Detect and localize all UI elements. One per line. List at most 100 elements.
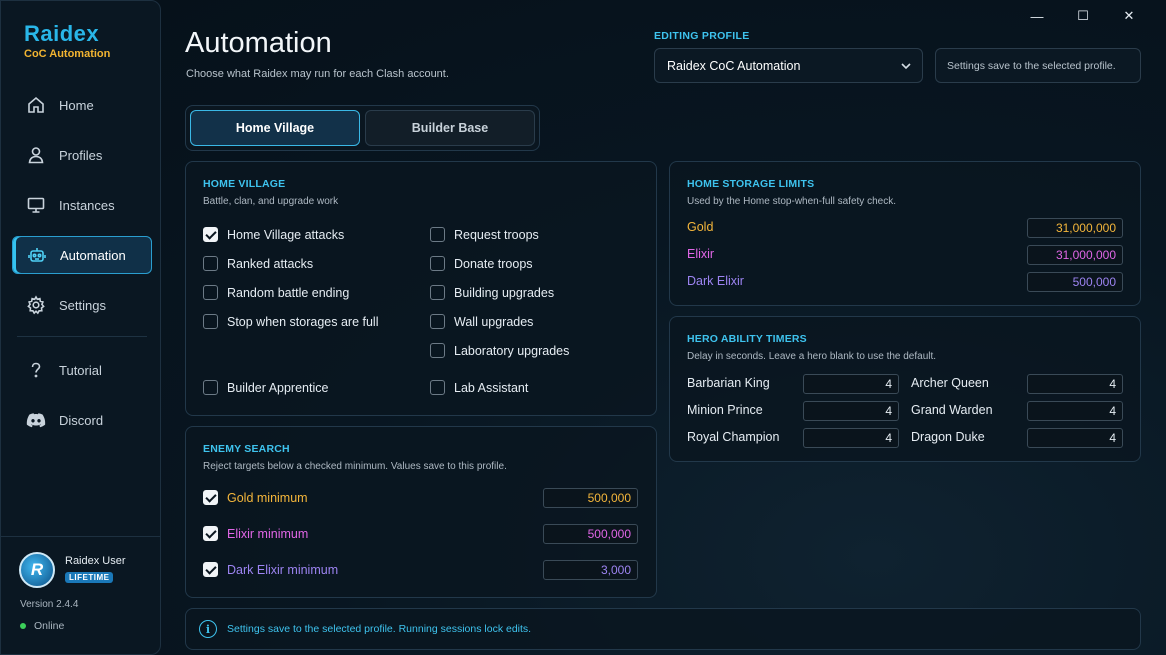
info-bar: i Settings save to the selected profile.… — [185, 608, 1141, 650]
checkbox-building-upgrades[interactable]: Building upgrades — [430, 285, 554, 300]
chevron-down-icon — [901, 63, 911, 70]
hero-label-barbarian-king: Barbarian King — [687, 376, 770, 390]
sidebar-item-home[interactable]: Home — [12, 86, 152, 124]
sidebar-item-discord[interactable]: Discord — [12, 401, 152, 439]
sidebar-item-label: Discord — [59, 412, 104, 428]
profile-dropdown[interactable]: Raidex CoC Automation — [654, 48, 923, 83]
royal-champion-timer-input[interactable]: 4 — [803, 428, 899, 448]
sidebar-item-profiles[interactable]: Profiles — [12, 136, 152, 174]
panel-title: HERO ABILITY TIMERS — [687, 333, 807, 345]
checkbox-label: Donate troops — [454, 256, 533, 271]
sidebar-item-automation[interactable]: Automation — [12, 236, 152, 274]
gold-limit-input[interactable]: 31,000,000 — [1027, 218, 1123, 238]
panel-subtitle: Battle, clan, and upgrade work — [203, 196, 339, 207]
checkbox-label: Home Village attacks — [227, 227, 345, 242]
question-icon — [31, 362, 41, 378]
checkbox-label: Random battle ending — [227, 285, 350, 300]
panel-title: HOME VILLAGE — [203, 178, 286, 190]
sidebar-item-label: Profiles — [59, 147, 103, 163]
panel-subtitle: Used by the Home stop-when-full safety c… — [687, 196, 896, 207]
status-indicator: Online — [20, 620, 64, 632]
checkbox-dark-elixir-minimum[interactable]: Dark Elixir minimum — [203, 562, 338, 577]
sidebar-item-tutorial[interactable]: Tutorial — [12, 351, 152, 389]
grand-warden-timer-input[interactable]: 4 — [1027, 401, 1123, 421]
checkbox-icon[interactable] — [203, 314, 218, 329]
checkbox-icon[interactable] — [203, 256, 218, 271]
home-village-panel: HOME VILLAGE Battle, clan, and upgrade w… — [185, 161, 657, 416]
checkbox-icon[interactable] — [430, 314, 445, 329]
checkbox-checked-icon[interactable] — [203, 227, 218, 242]
version-label: Version 2.4.4 — [20, 599, 79, 610]
elixir-limit-label: Elixir — [687, 247, 715, 261]
checkbox-label: Builder Apprentice — [227, 380, 329, 395]
panel-subtitle: Reject targets below a checked minimum. … — [203, 461, 507, 472]
home-icon — [28, 96, 44, 113]
minion-prince-timer-input[interactable]: 4 — [803, 401, 899, 421]
user-card[interactable]: R Raidex User LIFETIME — [19, 552, 126, 588]
checkbox-laboratory-upgrades[interactable]: Laboratory upgrades — [430, 343, 569, 358]
minimize-button[interactable]: — — [1014, 8, 1060, 24]
archer-queen-timer-input[interactable]: 4 — [1027, 374, 1123, 394]
checkbox-label: Dark Elixir minimum — [227, 562, 339, 577]
sidebar-item-label: Instances — [59, 197, 115, 213]
checkbox-icon[interactable] — [203, 285, 218, 300]
checkbox-icon[interactable] — [430, 227, 445, 242]
save-note: Settings save to the selected profile. — [935, 48, 1141, 83]
checkbox-random-battle-ending[interactable]: Random battle ending — [203, 285, 349, 300]
robot-icon — [28, 248, 46, 262]
hero-label-grand-warden: Grand Warden — [911, 403, 993, 417]
dragon-duke-timer-input[interactable]: 4 — [1027, 428, 1123, 448]
checkbox-checked-icon[interactable] — [203, 562, 218, 577]
hero-label-dragon-duke: Dragon Duke — [911, 430, 985, 444]
checkbox-icon[interactable] — [203, 380, 218, 395]
discord-icon — [26, 413, 46, 428]
dark-elixir-limit-label: Dark Elixir — [687, 274, 744, 288]
sidebar-item-settings[interactable]: Settings — [12, 286, 152, 324]
page-title: Automation — [185, 27, 332, 59]
sidebar: Raidex CoC Automation Home Profiles Inst… — [0, 0, 161, 655]
online-dot-icon — [20, 623, 26, 629]
maximize-button[interactable]: ☐ — [1060, 8, 1106, 24]
checkbox-checked-icon[interactable] — [203, 526, 218, 541]
profile-dropdown-value: Raidex CoC Automation — [667, 58, 801, 73]
elixir-minimum-input[interactable]: 500,000 — [543, 524, 638, 544]
tab-builder-base[interactable]: Builder Base — [365, 110, 535, 146]
dark-elixir-minimum-input[interactable]: 3,000 — [543, 560, 638, 580]
barbarian-king-timer-input[interactable]: 4 — [803, 374, 899, 394]
checkbox-icon[interactable] — [430, 285, 445, 300]
sidebar-item-label: Settings — [59, 297, 106, 313]
close-button[interactable]: ✕ — [1106, 8, 1152, 24]
tab-home-village[interactable]: Home Village — [190, 110, 360, 146]
hero-label-royal-champion: Royal Champion — [687, 430, 780, 444]
checkbox-icon[interactable] — [430, 256, 445, 271]
checkbox-request-troops[interactable]: Request troops — [430, 227, 539, 242]
checkbox-label: Ranked attacks — [227, 256, 314, 271]
checkbox-gold-minimum[interactable]: Gold minimum — [203, 490, 308, 505]
sidebar-item-label: Home — [59, 97, 94, 113]
gold-minimum-input[interactable]: 500,000 — [543, 488, 638, 508]
sidebar-divider — [17, 336, 147, 337]
checkbox-checked-icon[interactable] — [203, 490, 218, 505]
sidebar-item-instances[interactable]: Instances — [12, 186, 152, 224]
checkbox-icon[interactable] — [430, 380, 445, 395]
checkbox-label: Wall upgrades — [454, 314, 534, 329]
checkbox-lab-assistant[interactable]: Lab Assistant — [430, 380, 528, 395]
checkbox-builder-apprentice[interactable]: Builder Apprentice — [203, 380, 328, 395]
sidebar-nav: Home Profiles Instances Automation Setti… — [12, 86, 152, 451]
avatar: R — [19, 552, 55, 588]
checkbox-wall-upgrades[interactable]: Wall upgrades — [430, 314, 533, 329]
checkbox-elixir-minimum[interactable]: Elixir minimum — [203, 526, 308, 541]
dark-elixir-limit-input[interactable]: 500,000 — [1027, 272, 1123, 292]
checkbox-label: Stop when storages are full — [227, 314, 379, 329]
checkbox-donate-troops[interactable]: Donate troops — [430, 256, 533, 271]
brand-logo: Raidex CoC Automation — [24, 21, 110, 60]
checkbox-icon[interactable] — [430, 343, 445, 358]
elixir-limit-input[interactable]: 31,000,000 — [1027, 245, 1123, 265]
checkbox-home-village-attacks[interactable]: Home Village attacks — [203, 227, 344, 242]
checkbox-ranked-attacks[interactable]: Ranked attacks — [203, 256, 313, 271]
brand-subtitle: CoC Automation — [24, 48, 111, 60]
brand-title: Raidex — [24, 21, 100, 46]
panel-subtitle: Delay in seconds. Leave a hero blank to … — [687, 351, 937, 362]
user-name: Raidex User — [65, 555, 126, 567]
checkbox-stop-when-full[interactable]: Stop when storages are full — [203, 314, 378, 329]
